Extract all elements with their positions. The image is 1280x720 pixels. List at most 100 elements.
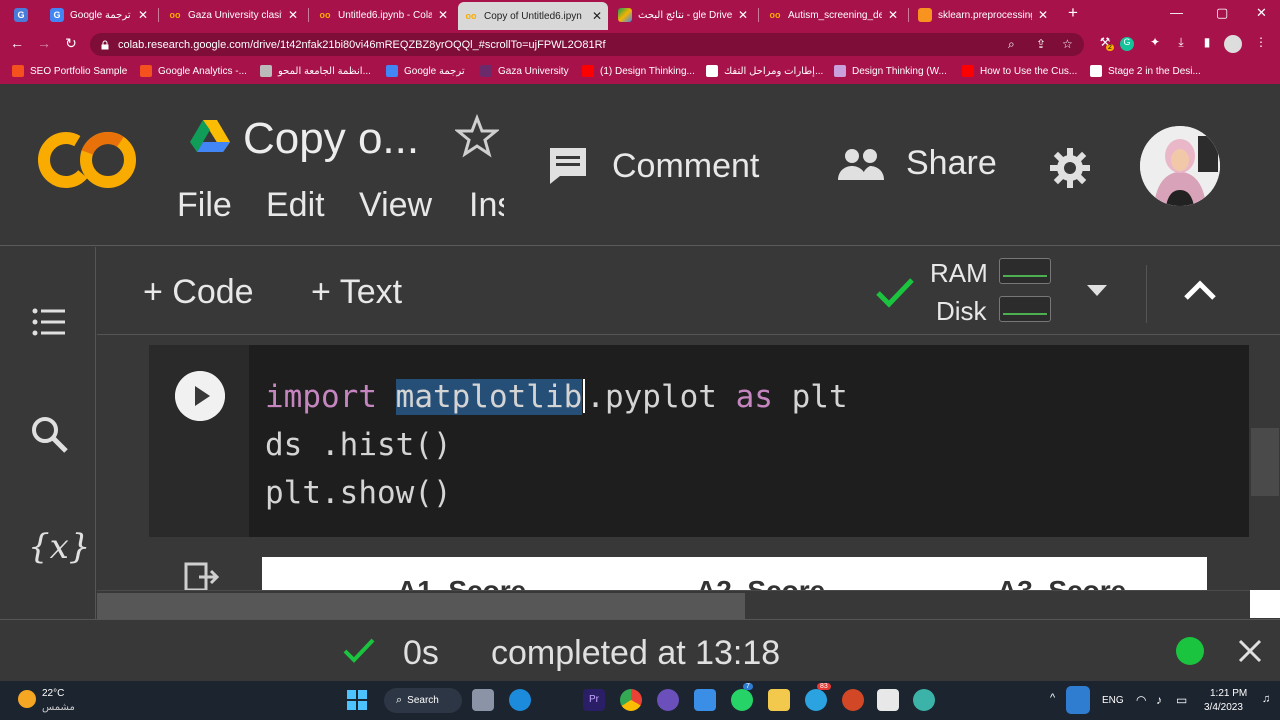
app-icon[interactable]: [657, 689, 679, 711]
notebook-area: import matplotlib .pyplot as plt ds .hist…: [97, 336, 1280, 590]
whatsapp-icon[interactable]: 7: [731, 683, 753, 711]
file-explorer-icon[interactable]: [768, 689, 790, 711]
comment-button[interactable]: Comment: [546, 144, 759, 188]
download-icon[interactable]: ⤓: [1172, 35, 1190, 53]
add-text-button[interactable]: + Text: [311, 273, 402, 312]
gear-icon[interactable]: [1048, 146, 1092, 190]
table-of-contents-icon[interactable]: [26, 299, 72, 345]
more-menu-icon[interactable]: ⋮: [1252, 35, 1270, 53]
profile-avatar-icon[interactable]: [1224, 35, 1242, 53]
snipping-tool-icon[interactable]: [877, 689, 899, 711]
menu-file[interactable]: File: [177, 186, 232, 225]
wifi-icon[interactable]: ◠: [1136, 693, 1146, 707]
calculator-icon[interactable]: [694, 689, 716, 711]
tab-search-icon[interactable]: G: [14, 3, 32, 27]
extension-icon[interactable]: ⚒ 2: [1096, 35, 1114, 53]
vertical-scrollbar[interactable]: [1251, 428, 1279, 496]
comment-label: Comment: [612, 146, 760, 185]
close-tab-icon[interactable]: ✕: [438, 8, 448, 22]
ram-usage-bar[interactable]: [999, 258, 1051, 284]
weather-sun-icon[interactable]: [18, 690, 36, 708]
tab-sklearn[interactable]: sklearn.preprocessing ✕: [912, 3, 1054, 27]
close-tab-icon[interactable]: ✕: [738, 8, 748, 22]
sidepanel-icon[interactable]: ▮: [1198, 35, 1216, 53]
add-code-button[interactable]: + Code: [143, 273, 254, 312]
code-line: ds .hist(): [265, 427, 452, 463]
omnibox[interactable]: colab.research.google.com/drive/1t42nfak…: [90, 33, 1084, 56]
google-drive-icon[interactable]: [190, 118, 230, 154]
search-label: Search: [407, 695, 439, 706]
close-tab-icon[interactable]: ✕: [138, 8, 148, 22]
user-avatar[interactable]: [1140, 126, 1220, 206]
close-tab-icon[interactable]: ✕: [888, 8, 898, 22]
bookmark-item[interactable]: Gaza University: [480, 65, 569, 77]
notebook-title[interactable]: Copy o...: [243, 114, 419, 164]
clock-time[interactable]: 1:21 PM: [1210, 688, 1247, 699]
share-button[interactable]: Share: [836, 144, 997, 183]
taskbar-search-box[interactable]: ⌕ Search: [384, 688, 462, 713]
premiere-icon[interactable]: Pr: [583, 689, 605, 711]
search-icon[interactable]: [26, 411, 72, 457]
task-view-icon[interactable]: [472, 689, 494, 711]
reload-icon[interactable]: ↻: [62, 35, 80, 52]
output-icon[interactable]: [183, 562, 219, 590]
bookmark-item[interactable]: Google ترجمة: [386, 65, 465, 77]
bookmark-item[interactable]: انظمة الجامعة المحو...: [260, 65, 371, 77]
tab-copy-of-untitled6[interactable]: oo Copy of Untitled6.ipyn ✕: [458, 2, 608, 30]
bookmark-item[interactable]: Design Thinking (W...: [834, 65, 947, 77]
forward-arrow-icon[interactable]: →: [35, 35, 53, 51]
windows-start-icon[interactable]: [347, 690, 367, 710]
dropdown-arrow-icon[interactable]: [1085, 283, 1109, 299]
bookmark-item[interactable]: إطارات ومراحل التفك...: [706, 65, 823, 77]
chrome-icon[interactable]: [620, 689, 642, 711]
code-cell[interactable]: import matplotlib .pyplot as plt ds .hist…: [149, 345, 1249, 537]
code-editor[interactable]: import matplotlib .pyplot as plt ds .hist…: [265, 373, 848, 517]
bookmark-item[interactable]: SEO Portfolio Sample: [12, 65, 127, 77]
run-cell-button[interactable]: [175, 371, 225, 421]
close-window-icon[interactable]: ✕: [1256, 5, 1267, 21]
app-icon[interactable]: [913, 689, 935, 711]
bookmark-star-icon[interactable]: ☆: [1062, 37, 1073, 51]
powerpoint-icon[interactable]: [842, 689, 864, 711]
bookmark-item[interactable]: How to Use the Cus...: [962, 65, 1077, 77]
tab-autism-screening[interactable]: oo Autism_screening_de ✕: [762, 3, 904, 27]
minimize-icon[interactable]: —: [1170, 5, 1183, 20]
colab-logo-icon[interactable]: [36, 130, 138, 190]
horizontal-scrollbar[interactable]: [97, 590, 1280, 619]
maximize-icon[interactable]: ▢: [1216, 5, 1228, 21]
horizontal-scrollbar-thumb[interactable]: [97, 593, 745, 619]
variables-icon[interactable]: {x}: [28, 527, 90, 567]
edge-icon[interactable]: [509, 689, 531, 711]
new-tab-button[interactable]: +: [1068, 3, 1078, 23]
star-icon[interactable]: [455, 114, 499, 158]
bookmark-item[interactable]: Google Analytics -...: [140, 65, 247, 77]
language-indicator[interactable]: ENG: [1102, 695, 1124, 706]
microphone-icon[interactable]: [1066, 686, 1090, 714]
back-arrow-icon[interactable]: ←: [8, 35, 26, 51]
show-hidden-icons[interactable]: ^: [1050, 692, 1055, 704]
close-icon[interactable]: [1238, 639, 1262, 663]
tab-untitled6[interactable]: oo Untitled6.ipynb - Cola ✕: [312, 3, 454, 27]
battery-icon[interactable]: ▭: [1176, 693, 1187, 707]
close-tab-icon[interactable]: ✕: [288, 8, 298, 22]
chevron-up-icon[interactable]: [1183, 279, 1217, 301]
share-page-icon[interactable]: ⇪: [1036, 37, 1046, 51]
disk-usage-bar[interactable]: [999, 296, 1051, 322]
puzzle-extensions-icon[interactable]: ✦: [1146, 35, 1164, 53]
volume-icon[interactable]: ♪: [1156, 693, 1162, 707]
close-tab-icon[interactable]: ✕: [592, 9, 602, 23]
menu-edit[interactable]: Edit: [266, 186, 325, 225]
menu-view[interactable]: View: [359, 186, 432, 225]
tab-google-translate[interactable]: G Google ترجمة ✕: [44, 3, 154, 27]
notification-bell-icon[interactable]: ♫: [1262, 693, 1270, 705]
clock-date[interactable]: 3/4/2023: [1204, 702, 1243, 713]
bookmark-item[interactable]: (1) Design Thinking...: [582, 65, 695, 77]
telegram-icon[interactable]: 83: [805, 683, 831, 711]
zoom-icon[interactable]: ⌕: [1008, 37, 1015, 52]
menu-insert[interactable]: Ins: [469, 186, 504, 225]
bookmark-item[interactable]: Stage 2 in the Desi...: [1090, 65, 1201, 77]
close-tab-icon[interactable]: ✕: [1038, 8, 1048, 22]
grammarly-icon[interactable]: G: [1120, 37, 1134, 51]
tab-gaza-university[interactable]: oo Gaza University clasific ✕: [162, 3, 304, 27]
tab-google-drive[interactable]: نتائج البحث - gle Drive ✕: [612, 3, 754, 27]
